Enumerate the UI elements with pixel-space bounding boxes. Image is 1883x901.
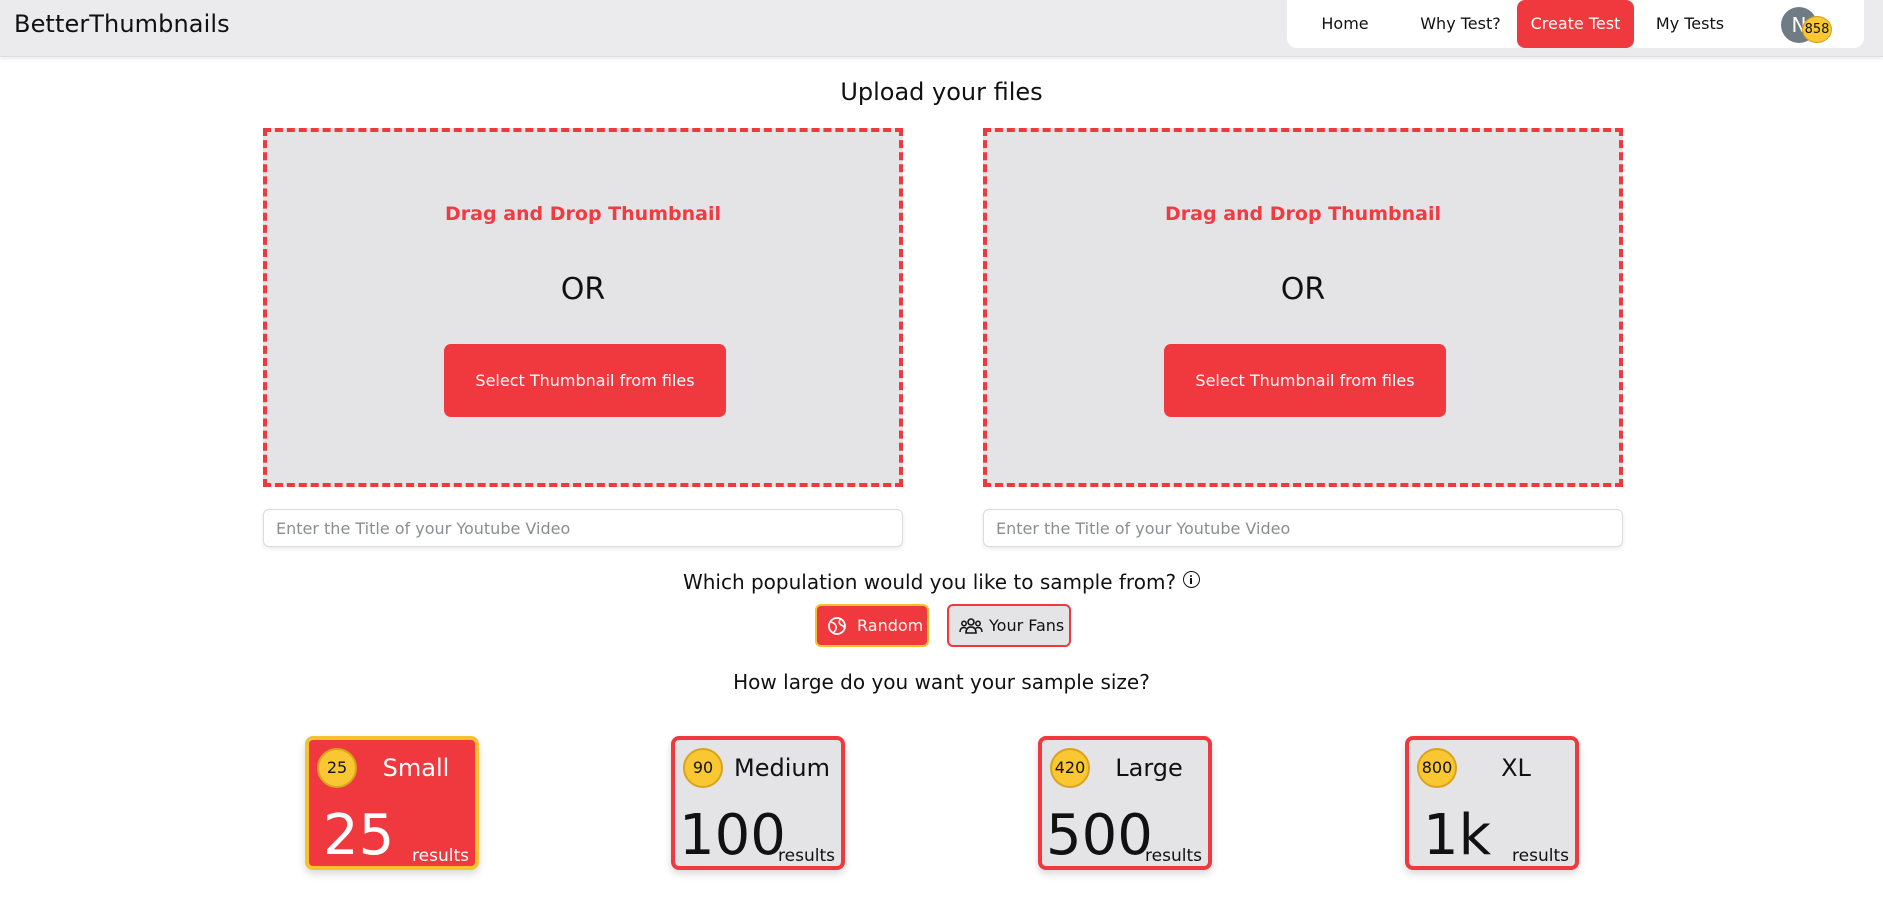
population-question-text: Which population would you like to sampl…	[682, 570, 1177, 594]
thumbnail-dropzone-2[interactable]: Drag and Drop Thumbnail OR Select Thumbn…	[983, 128, 1623, 487]
dropzone-or: OR	[560, 272, 606, 307]
select-thumbnail-button-2[interactable]: Select Thumbnail from files	[1164, 344, 1446, 417]
size-count: 25	[323, 803, 395, 868]
sample-size-small-card[interactable]: 25 Small 25 results	[305, 736, 479, 870]
nav-link-why-test[interactable]: Why Test?	[1408, 0, 1513, 48]
nav-link-create-test[interactable]: Create Test	[1517, 0, 1634, 48]
cost-coin: 90	[683, 748, 723, 788]
size-unit: results	[778, 846, 835, 866]
sample-size-xl-card[interactable]: 800 XL 1k results	[1405, 736, 1579, 870]
thumbnail-dropzone-1[interactable]: Drag and Drop Thumbnail OR Select Thumbn…	[263, 128, 903, 487]
video-title-input-2[interactable]	[983, 509, 1623, 547]
dropzone-label: Drag and Drop Thumbnail	[1165, 203, 1441, 225]
size-unit: results	[1512, 846, 1569, 866]
size-name: XL	[1501, 754, 1531, 782]
population-fans-label: Your Fans	[989, 616, 1065, 635]
nav-link-my-tests[interactable]: My Tests	[1646, 0, 1734, 48]
population-random-button[interactable]: Random	[815, 604, 929, 647]
credits-badge: 858	[1802, 16, 1832, 43]
size-name: Small	[382, 754, 450, 782]
size-count: 1k	[1423, 803, 1492, 868]
dropzone-or: OR	[1280, 272, 1326, 307]
size-name: Medium	[734, 754, 830, 782]
globe-icon	[828, 617, 846, 635]
cost-coin: 800	[1417, 748, 1457, 788]
upload-title: Upload your files	[840, 78, 1043, 106]
size-count: 500	[1046, 803, 1153, 868]
select-thumbnail-button-1[interactable]: Select Thumbnail from files	[444, 344, 726, 417]
population-random-label: Random	[857, 616, 924, 635]
brand-logo[interactable]: BetterThumbnails	[14, 10, 230, 38]
population-question: Which population would you like to sampl…	[0, 570, 1883, 594]
cost-coin: 420	[1050, 748, 1090, 788]
sample-size-medium-card[interactable]: 90 Medium 100 results	[671, 736, 845, 870]
nav-link-home[interactable]: Home	[1295, 0, 1395, 48]
sample-size-question: How large do you want your sample size?	[733, 670, 1150, 694]
dropzone-label: Drag and Drop Thumbnail	[445, 203, 721, 225]
population-fans-button[interactable]: Your Fans	[947, 604, 1071, 647]
cost-coin: 25	[317, 748, 357, 788]
info-icon[interactable]	[1183, 571, 1201, 588]
size-unit: results	[412, 846, 469, 866]
sample-size-large-card[interactable]: 420 Large 500 results	[1038, 736, 1212, 870]
top-navbar: BetterThumbnails Home Why Test? Create T…	[0, 0, 1883, 57]
size-name: Large	[1115, 754, 1183, 782]
size-count: 100	[679, 803, 786, 868]
people-icon	[959, 618, 983, 634]
size-unit: results	[1145, 846, 1202, 866]
video-title-input-1[interactable]	[263, 509, 903, 547]
